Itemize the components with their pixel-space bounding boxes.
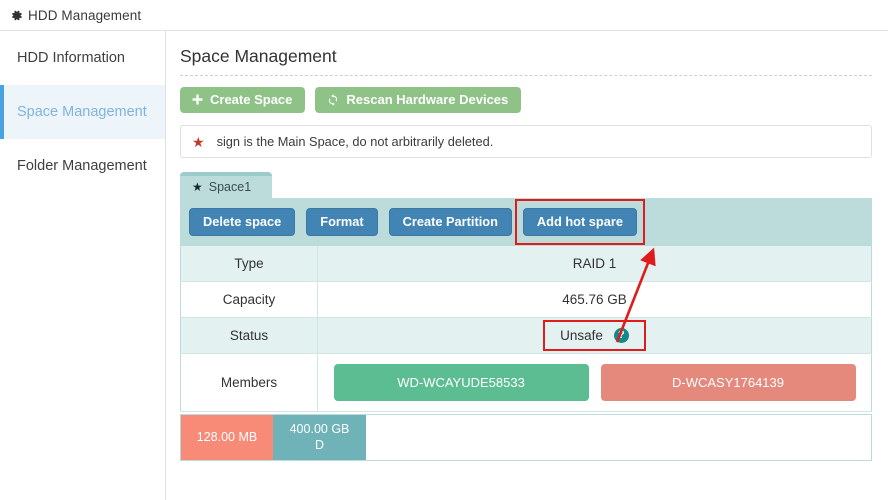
app-header: HDD Management xyxy=(0,0,888,31)
members-cell: WD-WCAYUDE58533 D-WCASY1764139 xyxy=(317,353,872,412)
status-badge: Unsafe ? xyxy=(543,320,646,351)
create-space-label: Create Space xyxy=(210,92,293,107)
sidebar-item-label: Space Management xyxy=(17,104,147,120)
table-row-type: Type RAID 1 xyxy=(180,246,872,282)
row-value: 465.76 GB xyxy=(317,281,872,318)
space-toolbar: Delete space Format Create Partition Add… xyxy=(180,198,872,246)
partition-segment-system[interactable]: 128.00 MB xyxy=(181,415,273,460)
sidebar-item-label: HDD Information xyxy=(17,50,125,66)
rescan-hardware-devices-button[interactable]: Rescan Hardware Devices xyxy=(315,87,522,113)
add-hot-spare-highlight: Add hot spare xyxy=(514,198,645,246)
add-hot-spare-button[interactable]: Add hot spare xyxy=(522,207,637,237)
table-row-capacity: Capacity 465.76 GB xyxy=(180,281,872,318)
sidebar-item-label: Folder Management xyxy=(17,158,147,174)
status-text: Unsafe xyxy=(560,328,603,343)
action-button-row: Create Space Rescan Hardware Devices xyxy=(180,87,872,113)
partition-bar: 128.00 MB 400.00 GB D xyxy=(180,414,872,461)
main-content: Space Management Create Space Rescan Har… xyxy=(167,31,888,500)
refresh-icon xyxy=(327,93,339,106)
row-label: Members xyxy=(180,353,318,412)
partition-segment-d[interactable]: 400.00 GB D xyxy=(273,415,366,460)
partition-segment-free xyxy=(366,415,871,460)
table-row-members: Members WD-WCAYUDE58533 D-WCASY1764139 xyxy=(180,353,872,412)
partition-size: 400.00 GB xyxy=(289,421,350,436)
rescan-label: Rescan Hardware Devices xyxy=(346,92,509,107)
page-title: Space Management xyxy=(180,46,337,66)
member-chip-failed[interactable]: D-WCASY1764139 xyxy=(600,364,856,401)
sidebar: HDD Information Space Management Folder … xyxy=(0,31,166,500)
main-space-notice: ★ sign is the Main Space, do not arbitra… xyxy=(180,125,872,158)
table-row-status: Status Unsafe ? xyxy=(180,317,872,354)
format-button[interactable]: Format xyxy=(306,207,378,237)
sidebar-item-hdd-information[interactable]: HDD Information xyxy=(0,31,165,85)
row-label: Type xyxy=(180,246,318,282)
create-space-button[interactable]: Create Space xyxy=(180,87,306,113)
tab-label: Space1 xyxy=(208,180,252,194)
title-divider xyxy=(180,75,872,76)
sidebar-item-space-management[interactable]: Space Management xyxy=(0,85,165,139)
help-icon[interactable]: ? xyxy=(613,328,629,343)
row-label: Status xyxy=(180,317,318,354)
row-value: RAID 1 xyxy=(317,246,872,282)
star-icon: ★ xyxy=(192,133,205,150)
plus-icon xyxy=(192,94,203,105)
gear-icon xyxy=(10,9,23,22)
hdd-management-page: HDD Management HDD Information Space Man… xyxy=(0,0,888,500)
partition-mount: D xyxy=(314,437,325,452)
partition-size: 128.00 MB xyxy=(196,429,258,444)
create-partition-button[interactable]: Create Partition xyxy=(388,207,512,237)
delete-space-button[interactable]: Delete space xyxy=(189,207,296,237)
space-info-table: Type RAID 1 Capacity 465.76 GB Status Un… xyxy=(180,246,872,412)
star-icon: ★ xyxy=(192,180,203,194)
app-title: HDD Management xyxy=(28,7,142,23)
member-chip-healthy[interactable]: WD-WCAYUDE58533 xyxy=(333,364,589,401)
members-list: WD-WCAYUDE58533 D-WCASY1764139 xyxy=(322,364,867,401)
tab-space1[interactable]: ★ Space1 xyxy=(180,172,272,198)
notice-text: sign is the Main Space, do not arbitrari… xyxy=(216,134,494,149)
space-tab-strip: ★ Space1 xyxy=(180,172,872,198)
sidebar-item-folder-management[interactable]: Folder Management xyxy=(0,139,165,193)
row-label: Capacity xyxy=(180,281,318,318)
row-value-cell: Unsafe ? xyxy=(317,317,872,354)
